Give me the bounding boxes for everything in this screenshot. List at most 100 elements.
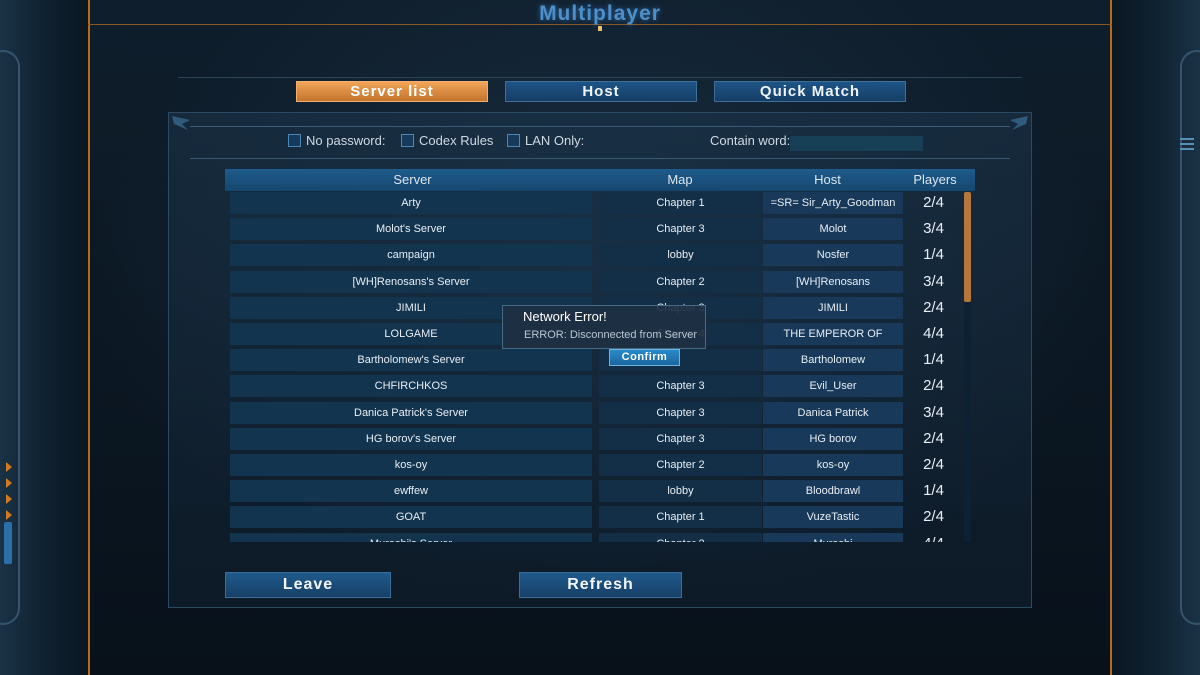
wing-emblem-icon [1010, 116, 1028, 130]
cell-server: GOAT [230, 506, 592, 529]
cell-server: Molot's Server [230, 218, 592, 241]
side-arrows [6, 462, 12, 526]
cell-host: Bartholomew [763, 349, 903, 372]
leave-button[interactable]: Leave [225, 572, 391, 598]
arrow-right-icon [6, 462, 12, 472]
cell-host: [WH]Renosans [763, 270, 903, 293]
cell-server: Danica Patrick's Server [230, 401, 592, 424]
filter-label: Codex Rules [419, 133, 494, 148]
cell-host: =SR= Sir_Arty_Goodman [763, 192, 903, 214]
filter-no-password[interactable]: No password: [288, 133, 385, 148]
cell-host: Bloodbrawl [763, 480, 903, 503]
cell-players: 1/4 [923, 351, 944, 369]
cell-players: 3/4 [923, 403, 944, 421]
cell-players: 1/4 [923, 482, 944, 500]
tabs-divider [178, 77, 1022, 78]
table-row[interactable]: Murashi's Server Chapter 2Murashi4/4 [230, 532, 962, 542]
table-row[interactable]: HG borov's Server Chapter 3 HG borov 2/4 [230, 427, 962, 450]
table-row[interactable]: [WH]Renosans's Server Chapter 2 [WH]Renosa… [230, 270, 962, 293]
cell-players: 1/4 [923, 246, 944, 264]
cell-players: 2/4 [923, 194, 944, 211]
checkbox[interactable] [401, 134, 414, 147]
cell-map: lobby [599, 480, 762, 503]
table-row[interactable]: ewffew lobby Bloodbrawl 1/4 [230, 480, 962, 503]
cell-map: Chapter 1 [599, 506, 762, 529]
dialog-title: Network Error! [523, 309, 607, 324]
cell-host: Molot [763, 218, 903, 241]
filters-divider [190, 158, 1010, 159]
screen-title: Multiplayer [539, 2, 661, 25]
table-row[interactable]: Arty Chapter 1 =SR= Sir_Arty_Goodman 2/4 [230, 192, 962, 214]
cell-host: Evil_User [763, 375, 903, 398]
cell-map: Chapter 3 [599, 427, 762, 450]
title-marker-icon [598, 26, 602, 31]
refresh-button[interactable]: Refresh [519, 572, 682, 598]
table-row[interactable]: CHFIRCHKOS Chapter 3 Evil_User 2/4 [230, 375, 962, 398]
cell-players: 2/4 [923, 429, 944, 447]
tab-quick-match[interactable]: Quick Match [714, 81, 906, 102]
table-row[interactable]: Danica Patrick's Server Chapter 3 Danica P… [230, 401, 962, 424]
cell-players: 3/4 [923, 220, 944, 238]
table-row[interactable]: Bartholomew's Server Bartholomew 1/4 [230, 349, 962, 372]
dialog-message: ERROR: Disconnected from Server [524, 329, 697, 341]
column-header-players[interactable]: Players [895, 169, 975, 191]
column-header-server[interactable]: Server [225, 169, 600, 191]
contain-word-input[interactable] [790, 136, 923, 151]
cell-server: campaign [230, 244, 592, 267]
server-table: Arty Chapter 1 =SR= Sir_Arty_Goodman 2/4 Mol… [230, 192, 962, 542]
cell-map: Chapter 3 [599, 218, 762, 241]
cell-map: Chapter 2 [599, 532, 762, 542]
cell-host: Murashi [763, 532, 903, 542]
cell-map: Chapter 3 [599, 375, 762, 398]
tab-host[interactable]: Host [505, 81, 697, 102]
table-row[interactable]: Molot's Server Chapter 3 Molot 3/4 [230, 218, 962, 241]
column-header-map[interactable]: Map [600, 169, 760, 191]
cell-players: 2/4 [923, 377, 944, 395]
table-row[interactable]: kos-oy Chapter 2 kos-oy 2/4 [230, 454, 962, 476]
cell-server: Arty [230, 192, 592, 214]
cell-players: 2/4 [923, 298, 944, 316]
arrow-right-icon [6, 478, 12, 488]
left-frame [0, 0, 90, 675]
cell-host: Danica Patrick [763, 401, 903, 424]
cell-server: [WH]Renosans's Server [230, 270, 592, 293]
filter-lan-only[interactable]: LAN Only: [507, 133, 584, 148]
cell-server: HG borov's Server [230, 427, 592, 450]
filter-codex-rules[interactable]: Codex Rules [401, 133, 493, 148]
cell-map: Chapter 1 [599, 192, 762, 214]
cell-host: THE EMPEROR OF MANKIND [763, 323, 903, 362]
network-error-dialog: Network Error! ERROR: Disconnected from … [502, 305, 706, 349]
scrollbar-thumb[interactable] [964, 192, 971, 302]
cell-server: Bartholomew's Server [230, 349, 592, 372]
cell-server: CHFIRCHKOS [230, 375, 592, 398]
arrow-right-icon [6, 494, 12, 504]
table-row[interactable]: GOAT Chapter 1 VuzeTastic 2/4 [230, 506, 962, 529]
confirm-button[interactable]: Confirm [609, 349, 680, 366]
cell-host: Nosfer [763, 244, 903, 267]
cell-host: VuzeTastic [763, 506, 903, 529]
cell-host: kos-oy [763, 454, 903, 476]
column-header-host[interactable]: Host [760, 169, 895, 191]
filter-label: LAN Only: [525, 133, 585, 148]
cell-map: lobby [599, 244, 762, 267]
cell-map: Chapter 2 [599, 454, 762, 476]
right-frame [1110, 0, 1200, 675]
cell-players: 3/4 [923, 272, 944, 290]
checkbox[interactable] [288, 134, 301, 147]
cell-host: HG borov [763, 427, 903, 450]
tab-server-list[interactable]: Server list [296, 81, 488, 102]
cell-map: Chapter 2 [599, 270, 762, 293]
side-handle[interactable] [4, 522, 12, 564]
contain-word-label: Contain word: [710, 133, 791, 148]
table-row[interactable]: campaign lobby Nosfer 1/4 [230, 244, 962, 267]
cell-map: Chapter 3 [599, 401, 762, 424]
menu-icon[interactable] [1180, 138, 1194, 153]
panel-divider [190, 126, 1010, 127]
checkbox[interactable] [507, 134, 520, 147]
filter-label: No password: [306, 133, 386, 148]
cell-players: 4/4 [905, 533, 962, 542]
cell-host: JIMILI [763, 296, 903, 319]
cell-server: Murashi's Server [230, 532, 592, 542]
cell-players: 2/4 [923, 508, 944, 526]
wing-emblem-icon [172, 116, 190, 130]
